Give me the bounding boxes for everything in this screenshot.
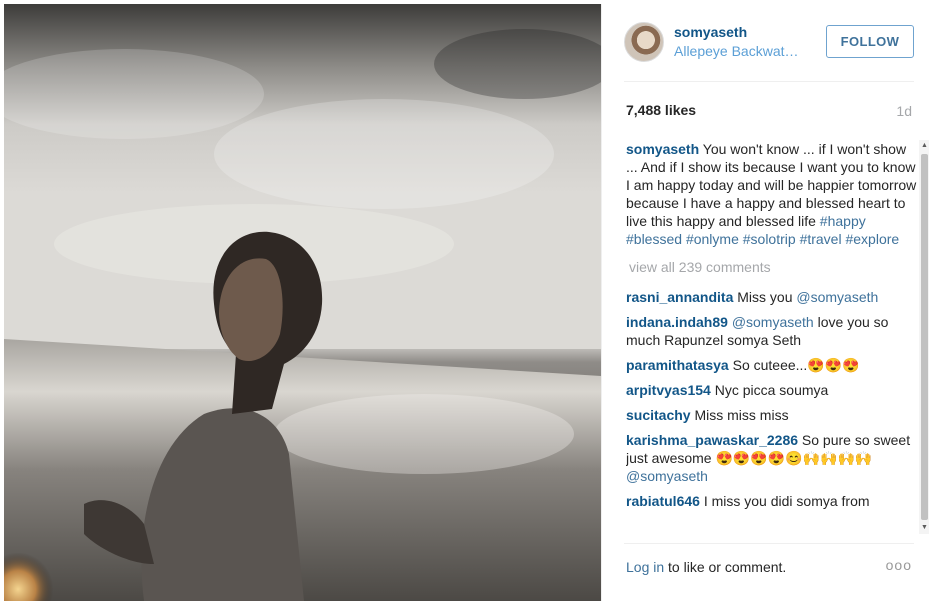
mention-link[interactable]: @somyaseth (732, 314, 814, 330)
scroll-down-arrow-icon[interactable]: ▼ (919, 522, 929, 534)
hashtag-link[interactable]: #blessed (626, 231, 682, 247)
comment-item: karishma_pawaskar_2286 So pure so sweet … (626, 431, 920, 485)
author-username[interactable]: somyaseth (674, 24, 747, 40)
comment-item: arpitvyas154 Nyc picca soumya (626, 381, 920, 399)
hashtag-link[interactable]: #solotrip (743, 231, 796, 247)
comment-text: I miss you didi somya from (703, 493, 870, 509)
comment-text: Miss miss miss (694, 407, 789, 423)
comment-item: paramithatasya So cuteee...😍😍😍 (626, 356, 920, 374)
hashtag-link[interactable]: #travel (800, 231, 842, 247)
comment-author[interactable]: indana.indah89 (626, 314, 728, 330)
view-all-comments-link[interactable]: view all 239 comments (629, 258, 920, 276)
post-side-panel: somyaseth Allepeye Backwat… FOLLOW 7,488… (601, 4, 929, 601)
comment-author[interactable]: paramithatasya (626, 357, 729, 373)
comment-author[interactable]: karishma_pawaskar_2286 (626, 432, 798, 448)
comment-item: rasni_annandita Miss you @somyaseth (626, 288, 920, 306)
scrollbar-thumb[interactable] (921, 154, 928, 520)
mention-link[interactable]: @somyaseth (796, 289, 878, 305)
post-header: somyaseth Allepeye Backwat… FOLLOW (624, 22, 914, 68)
post-photo[interactable] (4, 4, 601, 601)
comment-author[interactable]: rabiatul646 (626, 493, 700, 509)
caption: somyaseth You won't know ... if I won't … (626, 140, 920, 248)
comment-text: So cuteee...😍😍😍 (732, 357, 860, 373)
footer-text: to like or comment. (664, 559, 787, 575)
scroll-up-arrow-icon[interactable]: ▲ (919, 140, 929, 152)
comment-item: indana.indah89 @somyaseth love you so mu… (626, 313, 920, 349)
header-divider (624, 81, 914, 82)
mention-link[interactable]: @somyaseth (626, 468, 708, 484)
comment-author[interactable]: sucitachy (626, 407, 691, 423)
comment-text: Nyc picca soumya (714, 382, 829, 398)
login-link[interactable]: Log in (626, 559, 664, 575)
instagram-post: somyaseth Allepeye Backwat… FOLLOW 7,488… (0, 0, 929, 609)
comments-list[interactable]: somyaseth You won't know ... if I won't … (626, 140, 920, 534)
comment-item: rabiatul646 I miss you didi somya from (626, 492, 920, 510)
photo-illustration (4, 4, 601, 601)
hashtag-link[interactable]: #explore (845, 231, 899, 247)
footer-divider (624, 543, 914, 544)
comments-scrollbar[interactable]: ▲ ▼ (919, 140, 929, 534)
comment-author[interactable]: rasni_annandita (626, 289, 733, 305)
avatar[interactable] (624, 22, 664, 62)
location-link[interactable]: Allepeye Backwat… (674, 43, 799, 59)
comment-author[interactable]: arpitvyas154 (626, 382, 711, 398)
caption-author[interactable]: somyaseth (626, 141, 699, 157)
more-options-icon[interactable]: ooo (886, 557, 912, 573)
hashtag-link[interactable]: #happy (820, 213, 866, 229)
follow-button[interactable]: FOLLOW (826, 25, 914, 58)
comment-text: Miss you (737, 289, 793, 305)
likes-count[interactable]: 7,488 likes (626, 102, 696, 118)
post-footer: Log in to like or comment. (626, 559, 786, 575)
hashtag-link[interactable]: #onlyme (686, 231, 739, 247)
comment-item: sucitachy Miss miss miss (626, 406, 920, 424)
post-time[interactable]: 1d (896, 103, 912, 119)
